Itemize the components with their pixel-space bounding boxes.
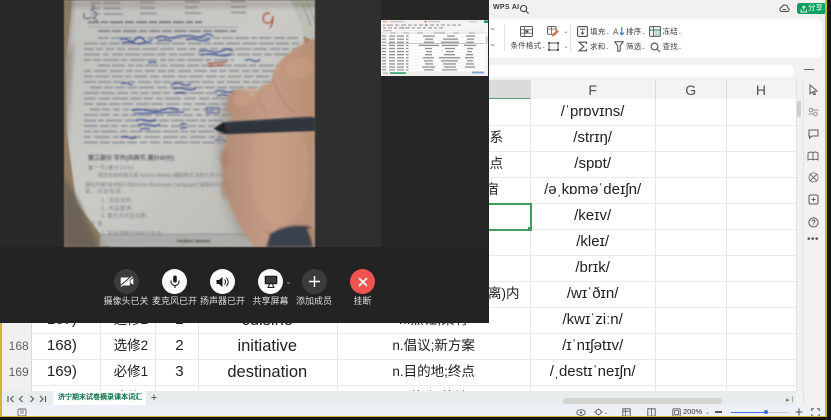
svg-text:A: A — [613, 27, 619, 36]
